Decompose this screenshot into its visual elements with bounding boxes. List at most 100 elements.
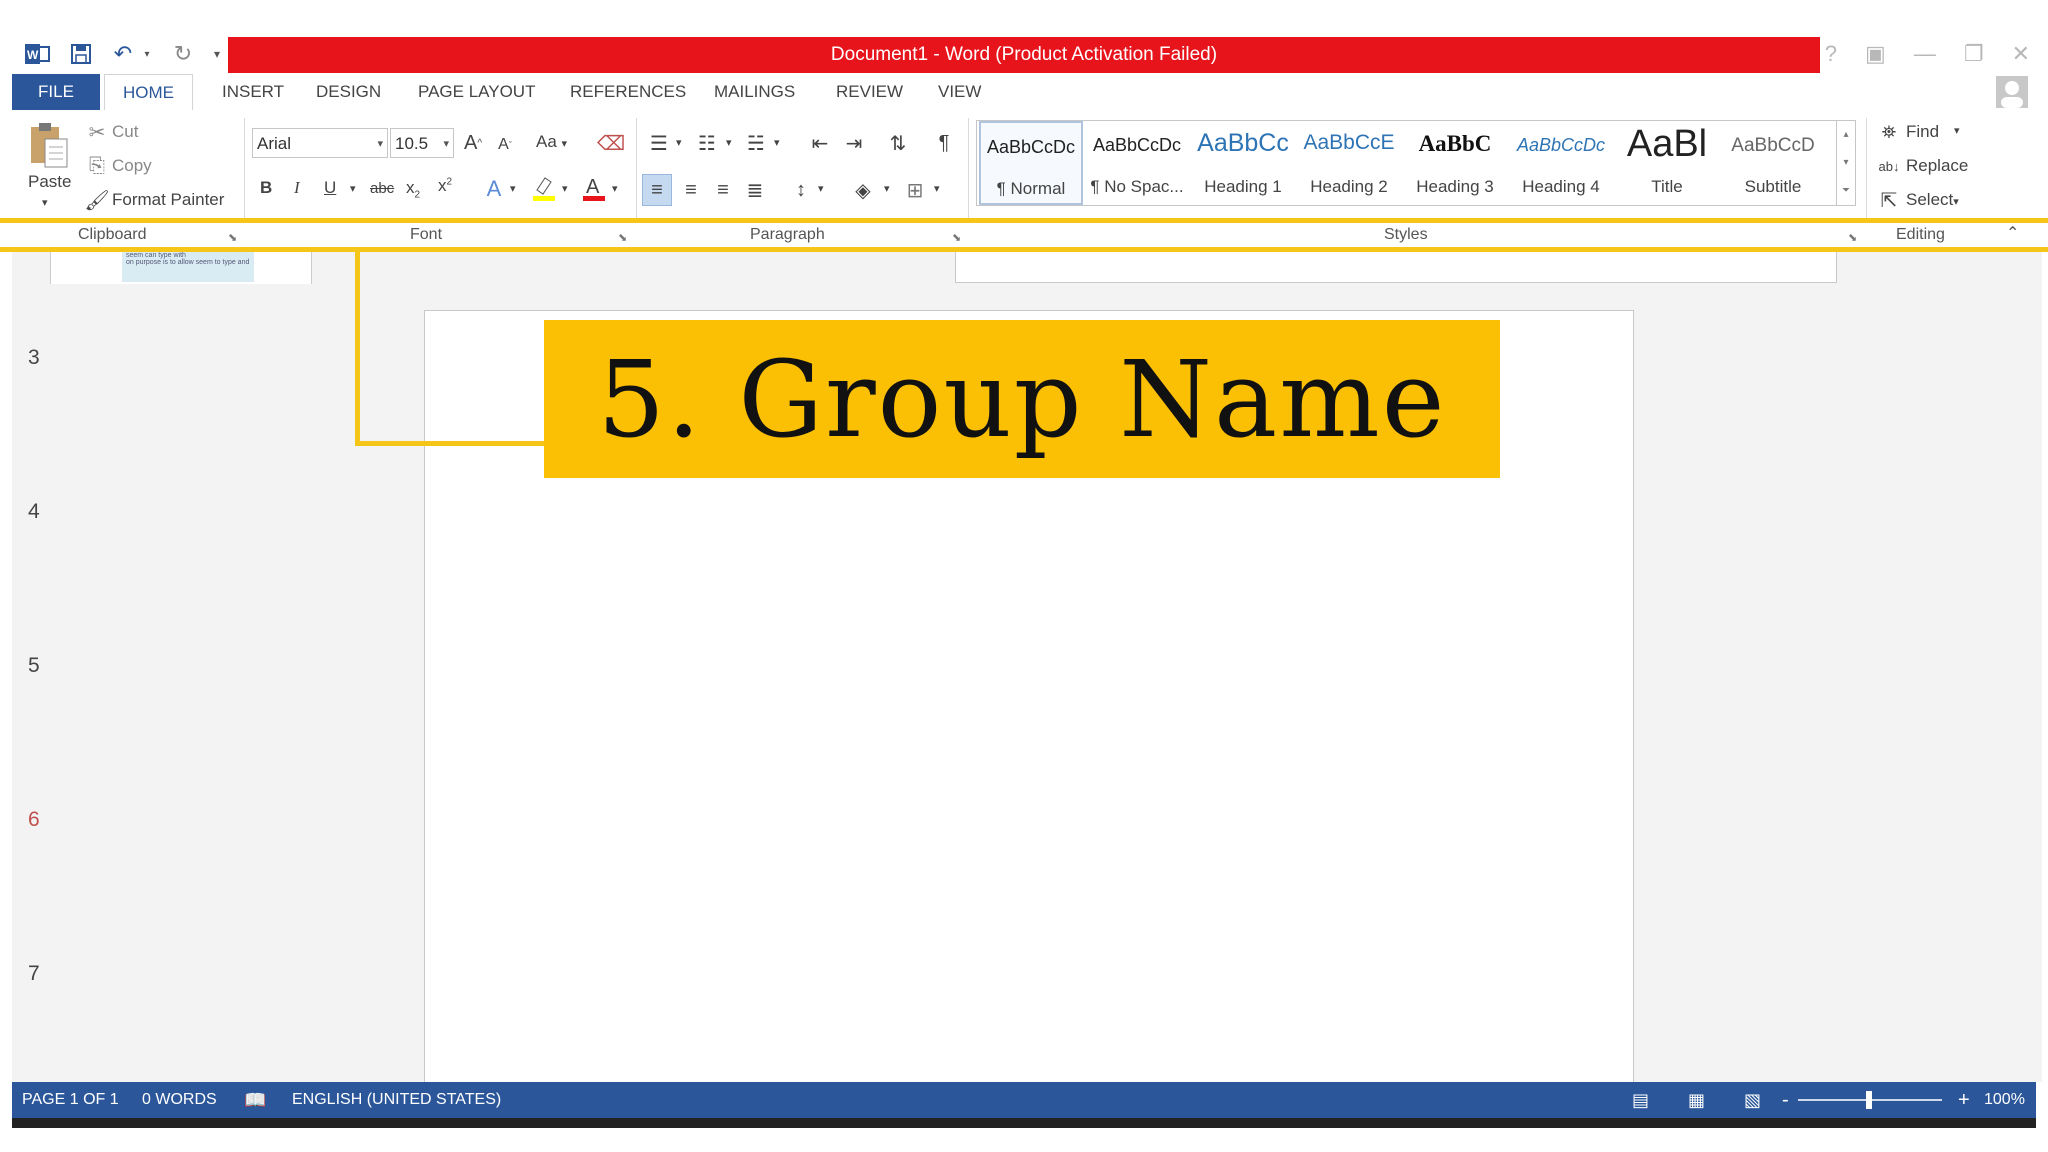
dialog-launcher-icon[interactable]: ⬊ xyxy=(618,231,627,244)
zoom-out-button[interactable]: - xyxy=(1782,1082,1789,1118)
line-number: 5 xyxy=(28,654,40,677)
underline-button[interactable]: U xyxy=(324,178,336,198)
collapse-ribbon-icon[interactable]: ⌃ xyxy=(2006,223,2019,243)
strikethrough-button[interactable]: abc xyxy=(370,180,394,197)
style-normal[interactable]: AaBbCcDc ¶ Normal xyxy=(979,121,1083,205)
chevron-down-icon[interactable]: ▾ xyxy=(818,182,824,195)
chevron-down-icon[interactable]: ▾ xyxy=(1837,149,1855,177)
minimize-icon[interactable]: — xyxy=(1914,41,1936,67)
styles-gallery-scroll[interactable]: ▴ ▾ ⏷ xyxy=(1836,120,1856,206)
chevron-up-icon[interactable]: ▴ xyxy=(1837,121,1855,149)
bold-button[interactable]: B xyxy=(260,178,272,198)
restore-icon[interactable]: ❐ xyxy=(1964,41,1984,67)
chevron-down-icon[interactable]: ▾ xyxy=(884,182,890,195)
chevron-down-icon[interactable]: ▾ xyxy=(612,182,618,195)
tab-design[interactable]: DESIGN xyxy=(312,74,385,110)
grow-font-icon[interactable]: A ^ xyxy=(462,128,484,158)
font-color-icon[interactable]: A xyxy=(580,172,608,204)
borders-icon[interactable]: ⊞ xyxy=(900,174,930,206)
replace-button[interactable]: Replace xyxy=(1906,156,1968,176)
redo-icon[interactable]: ↻ xyxy=(168,34,198,74)
style-no-spacing[interactable]: AaBbCcDc ¶ No Spac... xyxy=(1085,121,1189,205)
style-title[interactable]: AaBl Title xyxy=(1615,121,1719,205)
style-heading-1[interactable]: AaBbCc Heading 1 xyxy=(1191,121,1295,205)
shading-icon[interactable]: ◈ xyxy=(848,174,878,206)
help-button[interactable]: ? xyxy=(1825,41,1837,67)
bullets-icon[interactable]: ☰ xyxy=(646,128,672,158)
cut-button[interactable]: Cut xyxy=(112,122,138,142)
print-layout-icon[interactable]: ▦ xyxy=(1688,1082,1705,1118)
copy-button[interactable]: Copy xyxy=(112,156,152,176)
zoom-in-button[interactable]: + xyxy=(1958,1082,1970,1118)
word-count[interactable]: 0 WORDS xyxy=(142,1082,217,1118)
format-painter-button[interactable]: Format Painter xyxy=(112,190,224,210)
undo-dropdown-icon[interactable]: ▾ xyxy=(140,34,154,74)
read-mode-icon[interactable]: ▤ xyxy=(1632,1082,1649,1118)
increase-indent-icon[interactable]: ⇥ xyxy=(840,128,868,158)
style-heading-2[interactable]: AaBbCcE Heading 2 xyxy=(1297,121,1401,205)
chevron-down-icon[interactable]: ▾ xyxy=(726,136,732,149)
tab-view[interactable]: VIEW xyxy=(934,74,985,110)
subscript-button[interactable]: x2 xyxy=(406,178,420,200)
sort-icon[interactable]: ⇅ xyxy=(884,128,912,158)
paste-button[interactable]: Paste xyxy=(28,172,71,192)
tab-review[interactable]: REVIEW xyxy=(832,74,907,110)
tab-mailings[interactable]: MAILINGS xyxy=(710,74,799,110)
ribbon-display-options-icon[interactable]: ▣ xyxy=(1865,41,1886,67)
show-formatting-button[interactable]: ¶ xyxy=(930,128,958,158)
chevron-down-icon[interactable]: ▾ xyxy=(1954,124,1960,137)
text-effects-icon[interactable]: A xyxy=(482,174,506,204)
font-name-field[interactable]: Arial ▾ xyxy=(252,128,388,158)
paste-dropdown-icon[interactable]: ▾ xyxy=(42,196,48,209)
font-size-field[interactable]: 10.5 ▾ xyxy=(390,128,454,158)
align-right-icon[interactable]: ≡ xyxy=(708,174,738,206)
account-avatar[interactable] xyxy=(1996,76,2028,108)
underline-dropdown-icon[interactable]: ▾ xyxy=(350,182,356,195)
change-case-button[interactable]: Aa ▾ xyxy=(536,132,567,152)
align-center-icon[interactable]: ≡ xyxy=(676,174,706,206)
chevron-down-icon[interactable]: ▾ xyxy=(562,182,568,195)
dialog-launcher-icon[interactable]: ⬊ xyxy=(1848,231,1857,244)
tab-insert[interactable]: INSERT xyxy=(218,74,288,110)
language[interactable]: ENGLISH (UNITED STATES) xyxy=(292,1082,501,1118)
zoom-level[interactable]: 100% xyxy=(1984,1082,2025,1118)
undo-icon[interactable]: ↶ xyxy=(108,34,138,74)
shrink-font-icon[interactable]: Aˇ xyxy=(494,130,516,160)
chevron-down-icon[interactable]: ▾ xyxy=(676,136,682,149)
italic-button[interactable]: I xyxy=(294,178,300,198)
chevron-down-icon[interactable]: ▾ xyxy=(934,182,940,195)
highlight-icon[interactable] xyxy=(530,172,558,204)
customize-toolbar-icon[interactable]: ▾ xyxy=(208,34,226,74)
style-subtitle[interactable]: AaBbCcD Subtitle xyxy=(1721,121,1825,205)
select-label: Select xyxy=(1906,190,1954,209)
proofing-icon[interactable]: 📖 xyxy=(244,1082,266,1118)
tab-references[interactable]: REFERENCES xyxy=(566,74,690,110)
tab-home[interactable]: HOME xyxy=(104,74,193,112)
web-layout-icon[interactable]: ▧ xyxy=(1744,1082,1761,1118)
zoom-slider-thumb[interactable] xyxy=(1866,1091,1872,1109)
multilevel-list-icon[interactable]: ☵ xyxy=(742,128,770,158)
close-icon[interactable]: ✕ xyxy=(2012,41,2030,67)
style-heading-3[interactable]: AaBbC Heading 3 xyxy=(1403,121,1507,205)
dialog-launcher-icon[interactable]: ⬊ xyxy=(228,231,237,244)
superscript-button[interactable]: x2 xyxy=(438,176,452,196)
paste-icon[interactable] xyxy=(26,120,72,170)
save-icon[interactable] xyxy=(66,34,96,74)
select-button[interactable]: Select▾ xyxy=(1906,190,1959,210)
chevron-down-icon[interactable]: ▾ xyxy=(774,136,780,149)
more-styles-icon[interactable]: ⏷ xyxy=(1837,177,1855,205)
page-count[interactable]: PAGE 1 OF 1 xyxy=(22,1082,119,1118)
line-spacing-icon[interactable]: ↕ xyxy=(786,174,816,206)
style-heading-4[interactable]: AaBbCcDc Heading 4 xyxy=(1509,121,1613,205)
align-left-icon[interactable]: ≡ xyxy=(642,174,672,206)
numbering-icon[interactable]: ☷ xyxy=(694,128,720,158)
find-button[interactable]: Find xyxy=(1906,122,1939,142)
tab-page-layout[interactable]: PAGE LAYOUT xyxy=(414,74,539,110)
clear-formatting-icon[interactable]: ⌫ xyxy=(597,128,625,158)
justify-icon[interactable]: ≣ xyxy=(740,174,770,206)
decrease-indent-icon[interactable]: ⇤ xyxy=(806,128,834,158)
dialog-launcher-icon[interactable]: ⬊ xyxy=(952,231,961,244)
taskbar-strip xyxy=(12,1118,2036,1128)
tab-file[interactable]: FILE xyxy=(12,74,100,110)
chevron-down-icon[interactable]: ▾ xyxy=(510,182,516,195)
